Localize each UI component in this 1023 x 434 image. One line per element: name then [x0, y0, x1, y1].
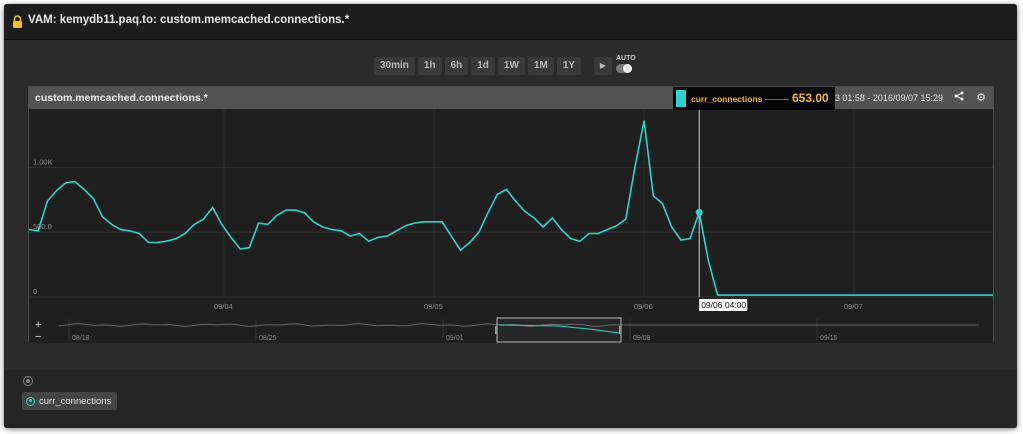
time-range-selector: 30min 1h 6h 1d 1W 1M 1Y: [374, 57, 582, 75]
legend-area: [4, 370, 1017, 428]
hover-value: 653.00: [792, 91, 829, 105]
share-icon[interactable]: [949, 89, 969, 107]
series-visible-icon: [26, 396, 35, 406]
toggle-knob: [623, 64, 632, 73]
hover-time-label: 09/06 04:00: [701, 300, 746, 310]
gear-icon[interactable]: ⚙: [971, 89, 991, 107]
navigator-tick-label: 08/25: [259, 335, 277, 342]
navigator-tick-label: 09/08: [633, 335, 651, 342]
hover-point: [695, 208, 703, 216]
range-button-1y[interactable]: 1Y: [556, 57, 582, 75]
hover-legend-line: [765, 99, 789, 100]
panel-header: custom.memcached.connections.* 3 01:58 -…: [29, 87, 993, 109]
navigator-tick-label: 09/15: [820, 335, 838, 342]
series-toggle-curr-connections[interactable]: curr_connections: [22, 392, 118, 410]
date-range-prefix: 3: [834, 93, 840, 103]
hover-series-name: curr_connections: [691, 94, 763, 104]
range-button-1d[interactable]: 1d: [471, 57, 495, 75]
auto-refresh-label: AUTO: [616, 55, 636, 62]
date-range-text: 3 01:58 - 2016/09/07 15:29: [835, 93, 943, 103]
hover-legend: curr_connections 653.00: [673, 87, 835, 110]
toggle-all-series-icon[interactable]: [23, 376, 33, 386]
navigator-selection[interactable]: [496, 317, 622, 343]
x-tick-label: 09/05: [424, 302, 443, 311]
x-tick-label: 09/07: [844, 302, 863, 311]
series-line-curr-connections: [29, 120, 993, 296]
zoom-in-button[interactable]: +: [35, 319, 41, 331]
panel-title: custom.memcached.connections.*: [35, 92, 208, 104]
navigator-handle-right[interactable]: [619, 326, 621, 334]
chart-panel: custom.memcached.connections.* 3 01:58 -…: [28, 86, 994, 343]
navigator-tick-label: 08/18: [72, 335, 90, 342]
window-title: VAM: kemydb11.paq.to: custom.memcached.c…: [28, 14, 350, 26]
app-window: VAM: kemydb11.paq.to: custom.memcached.c…: [4, 4, 1017, 428]
y-tick-label: 1.00K: [33, 157, 53, 166]
title-bar: VAM: kemydb11.paq.to: custom.memcached.c…: [4, 4, 1017, 40]
x-tick-label: 09/04: [214, 302, 233, 311]
lock-icon: [13, 15, 22, 28]
zoom-out-button[interactable]: −: [35, 331, 41, 343]
navigator-chart[interactable]: + − 08/18 08/25 09/01 09/08 09/15: [29, 317, 993, 343]
x-tick-label: 09/06: [634, 302, 653, 311]
range-button-6h[interactable]: 6h: [444, 57, 469, 75]
range-button-1m[interactable]: 1M: [527, 57, 554, 75]
auto-refresh-toggle[interactable]: [616, 64, 632, 73]
series-swatch: [676, 90, 686, 107]
y-tick-label: 0: [33, 287, 37, 296]
range-button-30min[interactable]: 30min: [374, 57, 415, 75]
play-icon[interactable]: ▶: [594, 57, 612, 75]
series-label: curr_connections: [39, 395, 112, 407]
range-button-1h[interactable]: 1h: [417, 57, 442, 75]
navigator-handle-left[interactable]: [495, 326, 497, 334]
navigator-tick-label: 09/01: [446, 335, 464, 342]
date-range-value: 01:58 - 2016/09/07 15:29: [842, 93, 943, 103]
range-button-1w[interactable]: 1W: [497, 57, 525, 75]
main-chart[interactable]: 0500.01.00K 09/04 09/05 09/06 09/07 09/06 0…: [29, 109, 993, 319]
